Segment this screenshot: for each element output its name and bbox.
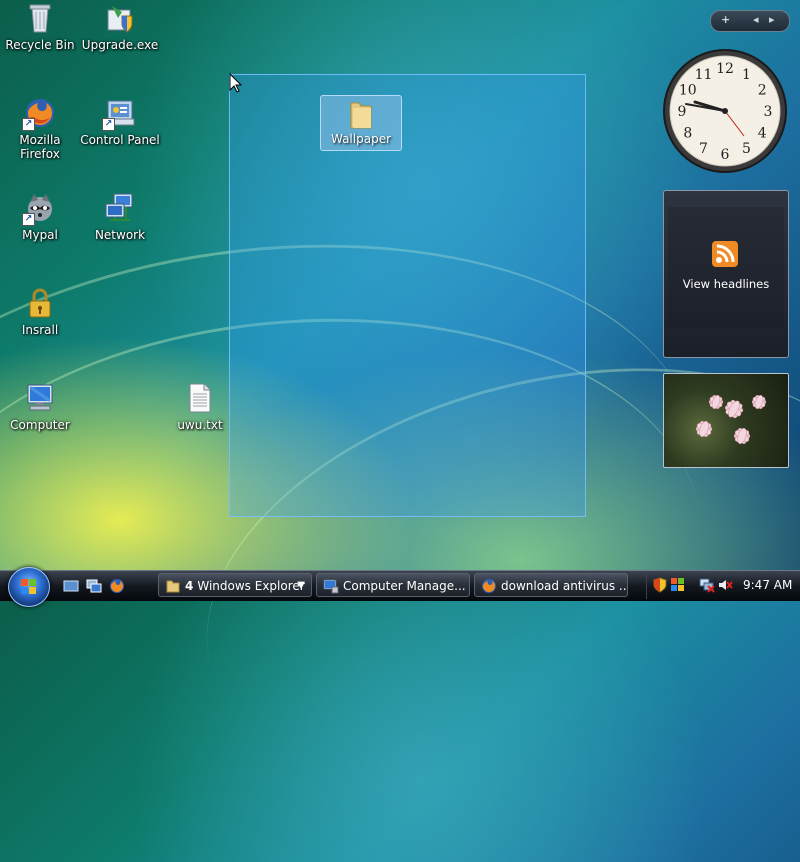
- firefox-icon: ↗: [22, 97, 56, 131]
- switch-windows-icon[interactable]: [86, 578, 102, 594]
- add-gadget-button[interactable]: +: [721, 13, 730, 26]
- windows-logo-icon: [21, 579, 36, 594]
- desktop-icon-label: uwu.txt: [177, 418, 223, 432]
- clock-number: 12: [716, 61, 734, 77]
- desktop-icon-label: Control Panel: [80, 133, 160, 147]
- window-count: 4: [185, 579, 194, 593]
- desktop-icon-mozilla-firefox[interactable]: ↗ Mozilla Firefox: [0, 97, 80, 161]
- text-file-icon: [184, 382, 216, 414]
- desktop-icon-uwu-txt[interactable]: uwu.txt: [160, 382, 240, 432]
- clock-number: 8: [683, 126, 692, 142]
- next-gadget-button[interactable]: ▸: [769, 13, 775, 26]
- rss-icon: [712, 241, 738, 267]
- clock-number: 7: [699, 141, 708, 157]
- view-headlines-link[interactable]: View headlines: [664, 277, 788, 291]
- desktop-icon-label: Mozilla Firefox: [19, 133, 61, 161]
- taskbar-button-firefox[interactable]: download antivirus ...: [474, 573, 628, 597]
- desktop-icon-label: Insrall: [21, 323, 59, 337]
- clock-number: 10: [679, 83, 697, 99]
- installer-shield-icon: [104, 2, 136, 34]
- notification-area: 9:47 AM: [646, 572, 800, 599]
- desktop-icon-recycle-bin[interactable]: Recycle Bin: [0, 2, 80, 52]
- desktop-icon-control-panel[interactable]: ↗ Control Panel: [80, 97, 160, 147]
- volume-muted-icon[interactable]: [717, 577, 733, 593]
- desktop-icon-label: Network: [94, 228, 146, 242]
- mypal-raccoon-icon: ↗: [22, 192, 56, 226]
- desktop-icon-upgrade-exe[interactable]: Upgrade.exe: [80, 2, 160, 52]
- sidebar-control: + ◂ ▸: [710, 10, 790, 32]
- control-panel-icon: ↗: [102, 97, 136, 131]
- desktop-icon-label: Computer: [10, 418, 70, 432]
- taskbar-button-windows-explorer[interactable]: 4 Windows Explorer ▼: [158, 573, 312, 597]
- firefox-quicklaunch-icon[interactable]: [109, 578, 125, 594]
- taskbar-clock[interactable]: 9:47 AM: [743, 578, 792, 592]
- clock-number: 4: [758, 126, 767, 142]
- chevron-down-icon: ▼: [297, 580, 305, 591]
- desktop-icon-wallpaper-folder[interactable]: Wallpaper: [320, 95, 402, 151]
- recycle-bin-icon: [24, 2, 56, 34]
- start-button[interactable]: [8, 567, 50, 607]
- clock-number: 2: [758, 83, 767, 99]
- taskbar-button-label: Computer Manage...: [343, 579, 466, 593]
- clock-number: 3: [764, 104, 773, 120]
- taskbar-button-label: Windows Explorer: [197, 579, 305, 593]
- taskbar-button-computer-management[interactable]: Computer Manage...: [316, 573, 470, 597]
- windows-update-icon[interactable]: [670, 577, 686, 593]
- mouse-cursor-icon: [229, 72, 243, 93]
- clock-gadget[interactable]: 12 1 2 3 4 5 6 7 8 9 10 11: [662, 48, 788, 174]
- shortcut-arrow-icon: ↗: [22, 118, 35, 131]
- folder-icon: [165, 578, 181, 594]
- desktop-icon-label: Wallpaper: [330, 132, 392, 146]
- shortcut-arrow-icon: ↗: [22, 213, 35, 226]
- folder-icon: [348, 99, 374, 131]
- taskbar-button-label: download antivirus ...: [501, 579, 628, 593]
- feed-headlines-gadget[interactable]: View headlines: [663, 190, 789, 358]
- desktop-icon-label: Upgrade.exe: [81, 38, 159, 52]
- selection-rectangle: [229, 74, 586, 517]
- desktop-icon-label: Mypal: [22, 228, 58, 242]
- flower-photo-icon: [695, 395, 767, 444]
- desktop-icon-label: Recycle Bin: [5, 38, 75, 52]
- network-disconnected-icon[interactable]: [699, 577, 715, 593]
- clock-number: 1: [742, 67, 751, 83]
- firefox-icon: [481, 578, 497, 594]
- computer-icon: [24, 382, 56, 414]
- desktop-icon-mypal[interactable]: ↗ Mypal: [0, 192, 80, 242]
- padlock-icon: [24, 287, 56, 319]
- clock-number: 5: [742, 141, 751, 157]
- desktop-icon-network[interactable]: Network: [80, 192, 160, 242]
- clock-number: 9: [678, 104, 687, 120]
- clock-number: 11: [695, 67, 713, 83]
- taskbar: 4 Windows Explorer ▼ Computer Manage... d…: [0, 567, 800, 607]
- clock-number: 6: [721, 147, 730, 163]
- slideshow-gadget[interactable]: [663, 373, 789, 468]
- security-shield-icon[interactable]: [652, 577, 668, 593]
- network-icon: [104, 192, 136, 224]
- show-desktop-icon[interactable]: [63, 578, 79, 594]
- desktop-icon-computer[interactable]: Computer: [0, 382, 80, 432]
- computer-management-icon: [323, 578, 339, 594]
- previous-gadget-button[interactable]: ◂: [753, 13, 759, 26]
- shortcut-arrow-icon: ↗: [102, 118, 115, 131]
- desktop-icon-insrall[interactable]: Insrall: [0, 287, 80, 337]
- feed-gadget-panel: [668, 207, 784, 329]
